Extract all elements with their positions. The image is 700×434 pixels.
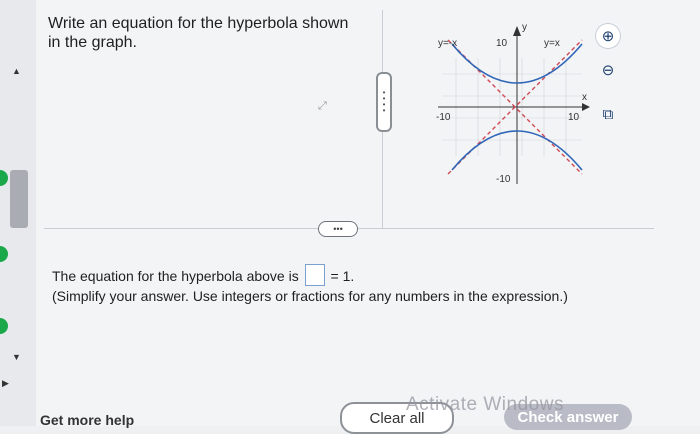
x-axis-arrow-icon bbox=[582, 103, 590, 111]
x-axis-label: x bbox=[582, 92, 587, 103]
collapse-up-icon[interactable]: ▲ bbox=[12, 66, 21, 76]
answer-prefix: The equation for the hyperbola above is bbox=[52, 268, 299, 284]
tick-label-neg-x: -10 bbox=[436, 112, 451, 123]
asymptote-right-label: y=x bbox=[544, 38, 560, 49]
zoom-in-icon[interactable]: ⊕ bbox=[596, 24, 620, 48]
collapse-down-icon[interactable]: ▼ bbox=[12, 352, 21, 362]
answer-line: The equation for the hyperbola above is … bbox=[52, 264, 652, 286]
status-dot bbox=[0, 170, 8, 186]
asymptote-left-label: y=-x bbox=[438, 38, 457, 49]
popout-icon[interactable]: ⧉ bbox=[596, 102, 620, 126]
answer-area: The equation for the hyperbola above is … bbox=[52, 264, 652, 306]
y-axis-label: y bbox=[522, 22, 527, 33]
answer-input[interactable] bbox=[304, 264, 325, 286]
left-rail: ▲ ▼ bbox=[0, 0, 37, 426]
zoom-out-icon[interactable]: ⊖ bbox=[596, 58, 620, 82]
tick-label-pos-x: 10 bbox=[568, 112, 580, 123]
status-dot bbox=[0, 318, 8, 334]
answer-hint: (Simplify your answer. Use integers or f… bbox=[52, 288, 568, 304]
rail-scrollbar[interactable] bbox=[10, 170, 28, 228]
status-dot bbox=[0, 246, 8, 262]
panel-resize-handle[interactable]: • • • • bbox=[376, 72, 392, 132]
tick-label-neg-y: -10 bbox=[496, 174, 511, 185]
answer-suffix: = 1. bbox=[330, 268, 355, 284]
question-prompt: Write an equation for the hyperbola show… bbox=[48, 15, 349, 51]
tick-label-pos-y: 10 bbox=[496, 38, 508, 49]
cursor-icon: ⤢ bbox=[318, 100, 327, 112]
expand-arrow-icon[interactable]: ▶ bbox=[2, 378, 9, 389]
question-panel: Write an equation for the hyperbola show… bbox=[36, 0, 700, 434]
y-axis-arrow-icon bbox=[513, 26, 521, 36]
expand-more-button[interactable]: ••• bbox=[318, 221, 358, 237]
hyperbola-graph: y=-x y=x y x 10 -10 -10 10 bbox=[436, 22, 590, 185]
activate-windows-watermark: Activate Windows bbox=[406, 394, 564, 415]
